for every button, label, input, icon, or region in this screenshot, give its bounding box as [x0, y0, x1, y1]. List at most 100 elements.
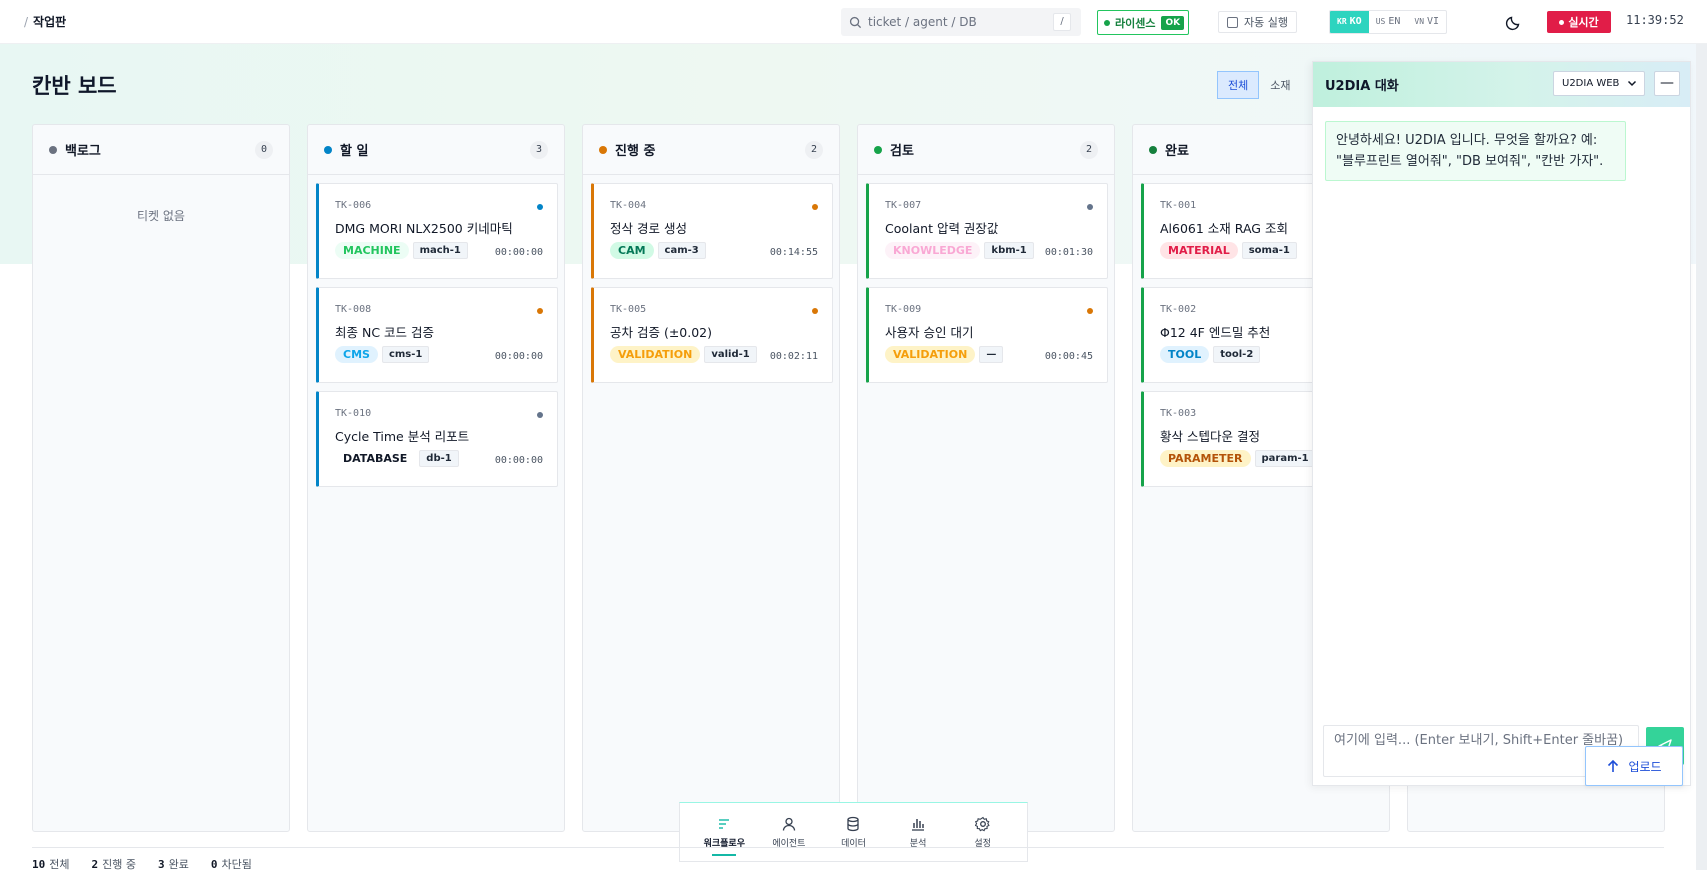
autorun-toggle[interactable]: 자동 실행	[1218, 11, 1297, 33]
ticket-agent-chip: valid-1	[704, 346, 757, 363]
ticket-agent-chip: mach-1	[412, 242, 468, 259]
ticket-category-tag: DATABASE	[335, 450, 416, 467]
ticket-agent-chip: cam-3	[657, 242, 706, 259]
column-todo: 할 일 3 TK-006 DMG MORI NLX2500 키네마틱 MACHI…	[307, 124, 565, 832]
live-button[interactable]: 실시간	[1547, 11, 1611, 33]
ticket-agent-chip: cms-1	[381, 346, 430, 363]
ticket-tags: CAM cam-3	[610, 242, 706, 259]
top-bar: /작업판 / 라이센스 OK 자동 실행 KRKO USEN VNVI 실시간 …	[0, 0, 1707, 44]
live-label: 실시간	[1568, 16, 1599, 29]
ticket-card[interactable]: TK-005 공차 검증 (±0.02) VALIDATION valid-1 …	[591, 287, 833, 383]
chat-minimize-button[interactable]: —	[1654, 71, 1680, 96]
ticket-id: TK-002	[1160, 304, 1197, 315]
stat-done: 3 완료	[157, 858, 189, 871]
filter-all[interactable]: 전체	[1217, 71, 1260, 99]
chat-source-value: U2DIA WEB	[1562, 78, 1620, 89]
ticket-id: TK-010	[335, 408, 372, 419]
ticket-agent-chip: kbm-1	[984, 242, 1034, 259]
column-status-dot	[874, 145, 882, 154]
ticket-tags: KNOWLEDGE kbm-1	[885, 242, 1034, 259]
moon-icon[interactable]	[1505, 13, 1523, 31]
column-header: 진행 중 2	[583, 125, 839, 175]
column-header: 할 일 3	[308, 125, 564, 175]
breadcrumb-separator: /	[24, 15, 29, 29]
license-badge[interactable]: 라이센스 OK	[1097, 10, 1190, 35]
ticket-card[interactable]: TK-004 정삭 경로 생성 CAM cam-3 00:14:55	[591, 183, 833, 279]
status-footer: 10 전체 2 진행 중 3 완료 0 차단됨	[32, 847, 1664, 880]
ticket-id: TK-009	[885, 304, 922, 315]
ticket-id: TK-007	[885, 200, 922, 211]
ticket-agent-chip: tool-2	[1213, 346, 1261, 363]
ticket-status-dot	[537, 204, 543, 210]
ticket-title: 최종 NC 코드 검증	[335, 325, 434, 340]
column-title: 백로그	[65, 144, 101, 159]
stat-blocked: 0 차단됨	[210, 858, 252, 871]
column-header: 검토 2	[858, 125, 1114, 175]
column-status-dot	[1149, 145, 1157, 154]
column-title: 할 일	[340, 144, 369, 159]
column-status-dot	[49, 145, 57, 154]
ticket-status-dot	[812, 308, 818, 314]
ticket-category-tag: VALIDATION	[885, 346, 976, 363]
breadcrumb: / 작업판	[24, 13, 66, 30]
ticket-tags: CMS cms-1	[335, 346, 430, 363]
ticket-id: TK-001	[1160, 200, 1197, 211]
chevron-down-icon	[1627, 80, 1637, 87]
ticket-tags: DATABASE db-1	[335, 450, 459, 467]
page-title: 칸반 보드	[32, 74, 117, 98]
gear-icon	[974, 816, 990, 831]
ticket-title: DMG MORI NLX2500 키네마틱	[335, 221, 513, 236]
ticket-id: TK-008	[335, 304, 372, 315]
lang-ko[interactable]: KR KO	[1330, 11, 1369, 33]
ticket-timer: 00:00:00	[494, 247, 543, 258]
ticket-card[interactable]: TK-006 DMG MORI NLX2500 키네마틱 MACHINE mac…	[316, 183, 558, 279]
column-header: 백로그 0	[33, 125, 289, 175]
ticket-tags: MACHINE mach-1	[335, 242, 468, 259]
page-scrollbar[interactable]	[1696, 44, 1707, 870]
autorun-checkbox[interactable]	[1227, 16, 1238, 28]
search-box[interactable]: /	[841, 8, 1081, 36]
search-input[interactable]	[868, 15, 1048, 29]
database-icon	[847, 816, 860, 831]
ticket-category-tag: MACHINE	[335, 242, 409, 259]
chat-header: U2DIA 대화 U2DIA WEB —	[1313, 62, 1690, 107]
chat-panel: U2DIA 대화 U2DIA WEB — 안녕하세요! U2DIA 입니다. 무…	[1312, 61, 1691, 786]
lang-en[interactable]: US EN	[1369, 11, 1408, 33]
ticket-card[interactable]: TK-009 사용자 승인 대기 VALIDATION — 00:00:45	[866, 287, 1108, 383]
column-status-dot	[599, 145, 607, 154]
breadcrumb-current[interactable]: 작업판	[33, 15, 66, 29]
ticket-card[interactable]: TK-010 Cycle Time 분석 리포트 DATABASE db-1 0…	[316, 391, 558, 487]
ticket-title: Al6061 소재 RAG 조회	[1160, 221, 1288, 236]
search-icon	[849, 16, 862, 28]
ticket-id: TK-003	[1160, 408, 1197, 419]
ticket-agent-chip: —	[979, 346, 1004, 363]
ticket-tags: PARAMETER param-1	[1160, 450, 1316, 467]
filter-material[interactable]: 소재	[1259, 71, 1301, 99]
ticket-timer: 00:00:45	[1044, 351, 1093, 362]
upload-button[interactable]: 업로드	[1585, 746, 1683, 786]
lang-vi[interactable]: VN VI	[1407, 11, 1446, 33]
ticket-timer: 00:02:11	[769, 351, 818, 362]
empty-state: 티켓 없음	[137, 209, 185, 223]
ticket-id: TK-005	[610, 304, 647, 315]
clock: 11:39:52	[1626, 13, 1684, 27]
ticket-title: Cycle Time 분석 리포트	[335, 429, 470, 444]
chat-source-select[interactable]: U2DIA WEB	[1553, 71, 1645, 96]
ticket-timer: 00:00:00	[494, 351, 543, 362]
column-count: 2	[1080, 141, 1098, 159]
ticket-id: TK-004	[610, 200, 647, 211]
stat-total: 10 전체	[32, 858, 70, 871]
ticket-card[interactable]: TK-007 Coolant 압력 권장값 KNOWLEDGE kbm-1 00…	[866, 183, 1108, 279]
column-count: 0	[255, 141, 273, 159]
ticket-category-tag: KNOWLEDGE	[885, 242, 981, 259]
ticket-tags: VALIDATION valid-1	[610, 346, 757, 363]
ticket-title: Φ12 4F 엔드밀 추천	[1160, 325, 1271, 340]
ticket-status-dot	[1087, 308, 1093, 314]
ticket-timer: 00:14:55	[769, 247, 818, 258]
ticket-status-dot	[812, 204, 818, 210]
column-status-dot	[324, 145, 332, 154]
ticket-card[interactable]: TK-008 최종 NC 코드 검증 CMS cms-1 00:00:00	[316, 287, 558, 383]
arrow-up-icon	[1608, 759, 1619, 772]
ticket-status-dot	[1087, 204, 1093, 210]
search-shortcut: /	[1053, 13, 1071, 31]
